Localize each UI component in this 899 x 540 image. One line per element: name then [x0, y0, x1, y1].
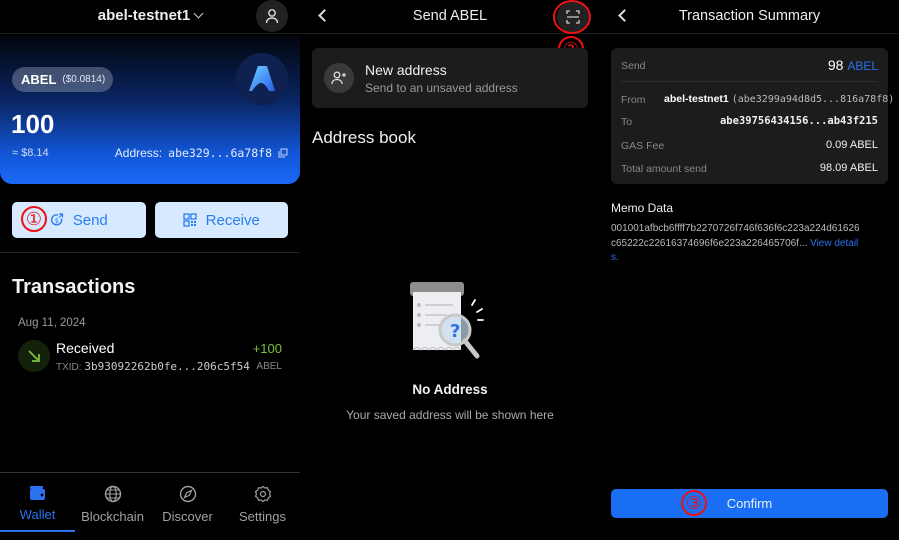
- wallet-screen: abel-testnet1 ABEL ($0.0814) 100 ≈ $8.14…: [0, 0, 300, 540]
- wallet-icon: [29, 486, 45, 500]
- to-value: abe39756434156...ab43f215: [720, 115, 878, 127]
- bottom-nav: Wallet Blockchain Discover Settings: [0, 472, 300, 540]
- token-pill: ABEL ($0.0814): [12, 67, 114, 92]
- from-label: From: [621, 94, 646, 106]
- svg-text:?: ?: [450, 321, 460, 342]
- annotation-step-1: ①: [21, 206, 47, 232]
- globe-icon: [104, 485, 121, 503]
- nav-wallet-label: Wallet: [19, 507, 56, 522]
- fiat-value: ≈ $8.14: [12, 147, 49, 159]
- summary-screen: Transaction Summary Send 98 ABEL From ab…: [600, 0, 899, 540]
- txid-label: TXID:: [56, 362, 82, 373]
- token-price: ($0.0814): [62, 74, 106, 85]
- new-address-subtitle: Send to an unsaved address: [365, 81, 518, 95]
- svg-text:$: $: [54, 217, 58, 225]
- to-label: To: [621, 116, 633, 128]
- total-label: Total amount send: [621, 163, 707, 175]
- transaction-type: Received: [56, 340, 115, 356]
- copy-icon[interactable]: [278, 148, 288, 158]
- wallet-header: abel-testnet1: [0, 0, 300, 34]
- to-row: To abe39756434156...ab43f215: [621, 114, 878, 130]
- network-name: abel-testnet1: [97, 7, 191, 24]
- send-amount-row: Send 98 ABEL: [621, 48, 878, 82]
- send-screen: Send ABEL ② New address Send to an unsav…: [300, 0, 600, 540]
- action-buttons: $ Send Receive: [12, 202, 288, 238]
- send-label: Send: [72, 211, 108, 229]
- gas-fee-row: GAS Fee 0.09 ABEL: [621, 138, 878, 154]
- nav-settings-label: Settings: [239, 509, 286, 524]
- received-arrow-icon: [18, 340, 50, 372]
- user-icon: [265, 9, 279, 24]
- token-symbol: ABEL: [21, 72, 57, 87]
- from-row: From abel-testnet1 (abe3299a94d8d5...816…: [621, 92, 894, 108]
- summary-card: Send 98 ABEL From abel-testnet1 (abe3299…: [611, 48, 894, 184]
- transactions-title: Transactions: [12, 276, 136, 298]
- divider: [0, 252, 300, 253]
- total-value: 98.09 ABEL: [819, 162, 878, 174]
- transaction-row[interactable]: Received TXID: 3b93092262b0fe...206c5f54…: [18, 339, 284, 375]
- empty-title: No Address: [412, 382, 488, 397]
- annotation-circle-scan: [553, 0, 591, 34]
- summary-header: Transaction Summary: [600, 0, 899, 34]
- profile-button[interactable]: [256, 0, 288, 32]
- txid-value: 3b93092262b0fe...206c5f54: [84, 360, 250, 373]
- nav-discover[interactable]: Discover: [150, 473, 225, 540]
- nav-blockchain-label: Blockchain: [81, 509, 144, 524]
- confirm-label: Confirm: [726, 496, 773, 511]
- nav-settings[interactable]: Settings: [225, 473, 300, 540]
- transaction-unit: ABEL: [256, 361, 282, 372]
- nav-blockchain[interactable]: Blockchain: [75, 473, 150, 540]
- confirm-button[interactable]: Confirm: [611, 489, 888, 518]
- chevron-down-icon: [193, 8, 204, 19]
- memo-title: Memo Data: [611, 201, 674, 215]
- nav-wallet[interactable]: Wallet: [0, 473, 75, 540]
- balance-card: ABEL ($0.0814) 100 ≈ $8.14 Address: abe3…: [0, 36, 300, 184]
- new-address-button[interactable]: New address Send to an unsaved address: [312, 48, 588, 108]
- add-user-icon: [324, 63, 354, 93]
- total-row: Total amount send 98.09 ABEL: [621, 161, 878, 177]
- address-value: abe329...6a78f8: [168, 146, 272, 160]
- from-name: abel-testnet1: [664, 93, 729, 105]
- gas-label: GAS Fee: [621, 140, 665, 152]
- qr-code-icon: [182, 213, 197, 227]
- summary-title: Transaction Summary: [678, 8, 821, 24]
- send-label: Send: [621, 60, 646, 72]
- send-money-icon: $: [50, 213, 63, 226]
- address-label: Address:: [114, 146, 163, 160]
- to-address: abe39756434156...ab43f215: [719, 115, 878, 127]
- receive-button[interactable]: Receive: [154, 202, 288, 238]
- send-amount: 98 ABEL: [828, 57, 878, 73]
- from-value: abel-testnet1 (abe3299a94d8d5...816a78f8…: [664, 93, 894, 105]
- abel-logo: [236, 53, 288, 105]
- gas-value: 0.09 ABEL: [826, 139, 878, 151]
- wallet-address: Address: abe329...6a78f8: [115, 146, 288, 160]
- send-unit: ABEL: [847, 59, 878, 73]
- send-amount-value: 98: [827, 57, 844, 73]
- gear-icon: [254, 485, 271, 503]
- receive-label: Receive: [205, 211, 260, 229]
- from-address: (abe3299a94d8d5...816a78f8): [731, 94, 895, 105]
- empty-subtitle: Your saved address will be shown here: [346, 408, 554, 422]
- transaction-id: TXID: 3b93092262b0fe...206c5f54: [56, 360, 250, 373]
- address-book-title: Address book: [312, 128, 416, 147]
- abel-logo-icon: [249, 66, 275, 91]
- transaction-date: Aug 11, 2024: [18, 317, 86, 329]
- transaction-amount: +100: [252, 341, 282, 356]
- compass-icon: [179, 485, 196, 503]
- network-selector[interactable]: abel-testnet1: [0, 7, 300, 24]
- memo-data: 001001afbcb6ffff7b2270726f746f636f6c223a…: [611, 222, 861, 266]
- new-address-title: New address: [365, 62, 447, 78]
- nav-discover-label: Discover: [162, 509, 213, 524]
- annotation-step-3: ③: [681, 490, 707, 516]
- balance-amount: 100: [11, 109, 55, 139]
- empty-address-illustration: ?: [405, 280, 495, 375]
